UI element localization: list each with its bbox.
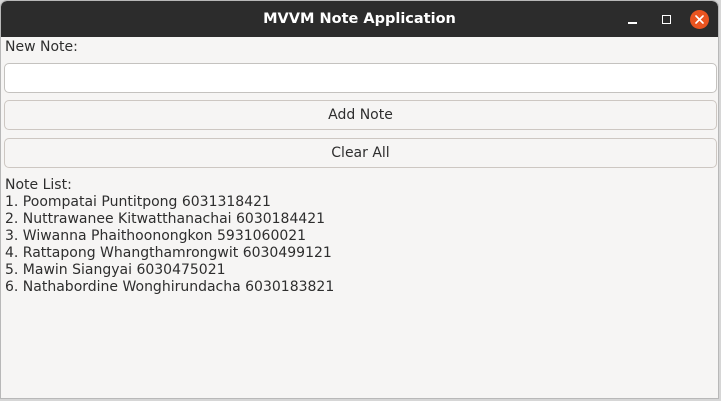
list-item: 1. Poompatai Puntitpong 6031318421 [5,194,271,210]
list-item: 6. Nathabordine Wonghirundacha 603018382… [5,279,335,295]
list-item: 2. Nuttrawanee Kitwatthanachai 603018442… [5,211,326,227]
list-item: 4. Rattapong Whangthamrongwit 6030499121 [5,245,332,261]
app-window: MVVM Note Application New Note: Add Note… [0,0,719,399]
title-bar[interactable]: MVVM Note Application [1,1,718,37]
clear-all-button[interactable]: Clear All [4,138,717,168]
new-note-input[interactable] [4,63,717,93]
main-content: New Note: Add Note Clear All Note List: … [1,37,718,398]
close-icon [689,9,709,29]
note-list: 1. Poompatai Puntitpong 6031318421 2. Nu… [5,194,334,296]
minimize-icon [627,22,637,24]
new-note-label: New Note: [5,39,78,55]
note-list-label: Note List: [5,177,72,193]
list-item: 3. Wiwanna Phaithoonongkon 5931060021 [5,228,307,244]
minimize-button[interactable] [622,9,642,29]
maximize-button[interactable] [656,9,676,29]
window-title: MVVM Note Application [263,11,456,27]
maximize-icon [661,14,671,24]
list-item: 5. Mawin Siangyai 6030475021 [5,262,226,278]
add-note-button[interactable]: Add Note [4,100,717,130]
close-button[interactable] [689,9,709,29]
